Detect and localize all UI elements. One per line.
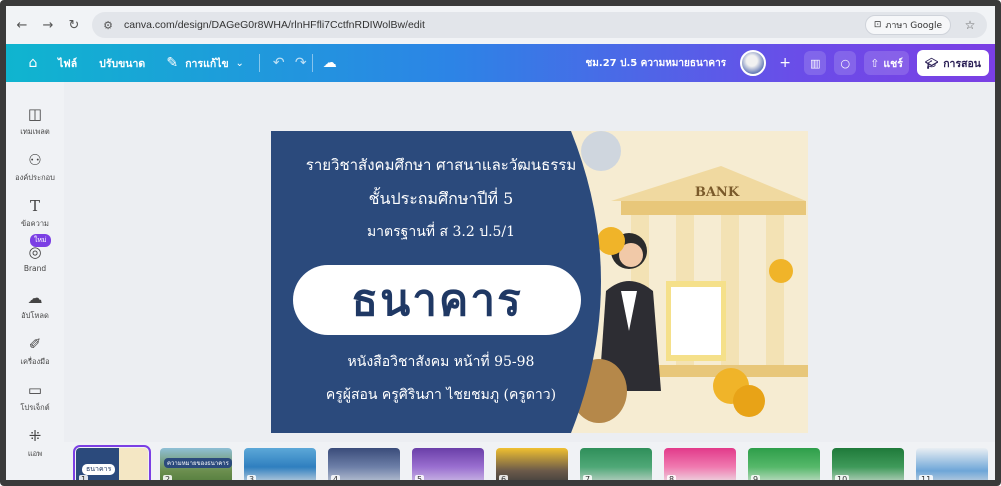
sidebar-item-label: เทมเพลต [20,127,50,136]
redo-icon[interactable]: ↷ [290,52,312,74]
site-settings-icon[interactable]: ⚙ [100,17,116,33]
slide-teacher-line: ครูผู้สอน ครูศิรินภา ไชยชมภู (ครูดาว) [325,387,557,403]
template-icon: ◫ [27,105,43,123]
thumbnail-title: ธนาคาร [82,464,116,475]
apps-icon: ⁜ [28,427,42,445]
sidebar-item-label: เครื่องมือ [20,357,50,366]
pencil-icon: ✎ [166,55,179,71]
star-icon[interactable]: ☆ [961,16,979,34]
slide-book-line: หนังสือวิชาสังคม หน้าที่ 95-98 [347,354,535,370]
browser-toolbar: ← → ↻ ⚙ canva.com/design/DAGeG0r8WHA/rln… [6,6,995,44]
slide-subject-line: รายวิชาสังคมศึกษา ศาสนาและวัฒนธรรม [305,156,577,174]
teach-button[interactable]: 🎓︎ การสอน [916,50,989,76]
page-thumbnail[interactable]: 5 [412,448,484,484]
edit-menu[interactable]: การแก้ไข [185,55,228,72]
page-thumbnail[interactable]: 3 [244,448,316,484]
headline-pill: ธนาคาร [293,265,581,335]
undo-icon[interactable]: ↶ [268,52,290,74]
left-sidebar: ◫ เทมเพลต ⚇ องค์ประกอบ T ข้อความ ใหม่ ◎ … [6,82,64,480]
page-number: 3 [247,475,257,484]
page-thumbnail[interactable]: ธนาคาร 1 [73,445,151,484]
back-icon[interactable]: ← [12,15,32,35]
comment-icon: ○ [840,56,851,70]
address-bar-actions: ⊡ ภาษา Google ☆ [864,15,979,35]
page-number: 7 [583,475,593,484]
header-right-group: ชม.27 ป.5 ความหมายธนาคาร + ▥ ○ ⇧ แชร์ 🎓︎… [586,50,989,76]
page-thumbnail-strip: ธนาคาร 1 ความหมายของธนาคาร 2 3 4 5 6 7 8… [64,442,995,484]
translate-icon: ⊡ [873,20,882,30]
page-thumbnail[interactable]: 4 [328,448,400,484]
sidebar-item-brand[interactable]: ใหม่ ◎ Brand [6,234,64,273]
thumbnail-title: ความหมายของธนาคาร [164,458,232,468]
text-icon: T [29,197,40,215]
page-thumbnail[interactable]: 10 [832,448,904,484]
sidebar-item-templates[interactable]: ◫ เทมเพลต [6,104,64,138]
upload-share-icon: ⇧ [870,56,880,70]
page-number: 10 [835,475,850,484]
url-text[interactable]: canva.com/design/DAGeG0r8WHA/rlnHFfli7Cc… [124,19,425,31]
sidebar-item-elements[interactable]: ⚇ องค์ประกอบ [6,150,64,184]
chevron-down-icon: ⌄ [235,57,244,69]
sidebar-item-apps[interactable]: ⁜ แอพ [6,426,64,460]
editor-header: ⌂ ไฟล์ ปรับขนาด ✎ การแก้ไข ⌄ ↶ ↷ ☁ ชม.27… [6,44,995,82]
page-number: 4 [331,475,341,484]
sidebar-item-label: แอพ [27,449,43,458]
upload-icon: ☁ [27,289,43,307]
browser-window: ← → ↻ ⚙ canva.com/design/DAGeG0r8WHA/rln… [0,0,1001,486]
sidebar-item-label: โปรเจ็กต์ [20,403,50,412]
elements-icon: ⚇ [28,151,42,169]
translate-label: ภาษา Google [885,21,942,31]
chart-icon: ▥ [810,56,821,70]
graduation-cap-icon: 🎓︎ [924,57,939,70]
page-number: 6 [499,475,509,484]
sidebar-item-projects[interactable]: ▭ โปรเจ็กต์ [6,380,64,414]
page-thumbnail[interactable]: 8 [664,448,736,484]
forward-icon[interactable]: → [38,15,58,35]
sidebar-item-text[interactable]: T ข้อความ [6,196,64,230]
slide-standard-line: มาตรฐานที่ ส 3.2 ป.5/1 [366,224,516,240]
cloud-saved-icon[interactable]: ☁ [319,52,341,74]
comments-button[interactable]: ○ [834,51,857,75]
share-button[interactable]: ⇧ แชร์ [864,51,909,75]
home-icon[interactable]: ⌂ [22,52,44,74]
page-number: 11 [919,475,934,484]
divider [258,54,260,72]
page-thumbnail[interactable]: 11 [916,448,988,484]
page-thumbnail[interactable]: ความหมายของธนาคาร 2 [160,448,232,484]
projects-icon: ▭ [27,381,43,399]
canvas-area: BANK รายวิชาสังคมศึกษา ศาสนาและวัฒนธรรม … [64,82,995,442]
slide-headline: ธนาคาร [351,275,523,326]
page-number: 8 [667,475,677,484]
design-title[interactable]: ชม.27 ป.5 ความหมายธนาคาร [586,56,727,71]
slide-canvas[interactable]: BANK รายวิชาสังคมศึกษา ศาสนาและวัฒนธรรม … [271,131,808,433]
teach-label: การสอน [943,57,981,70]
sidebar-item-label: ข้อความ [20,219,49,228]
page-number: 1 [79,475,89,484]
add-collaborator-icon[interactable]: + [774,52,796,74]
resize-menu[interactable]: ปรับขนาด [99,55,145,72]
sidebar-item-label: องค์ประกอบ [15,173,55,182]
sidebar-item-label: Brand [23,264,47,273]
reload-icon[interactable]: ↻ [64,15,84,35]
page-number: 2 [163,475,173,484]
analytics-button[interactable]: ▥ [804,51,827,75]
sidebar-item-tools[interactable]: ✐ เครื่องมือ [6,334,64,368]
page-number: 9 [751,475,761,484]
avatar[interactable] [740,50,767,76]
slide-grade-line: ชั้นประถมศึกษาปีที่ 5 [368,189,514,208]
page-number: 5 [415,475,425,484]
new-badge: ใหม่ [30,234,51,247]
sidebar-item-label: อัปโหลด [21,311,49,320]
share-label: แชร์ [883,57,903,70]
divider [311,54,313,72]
page-thumbnail[interactable]: 9 [748,448,820,484]
page-thumbnail[interactable]: 6 [496,448,568,484]
bank-sign: BANK [695,185,740,200]
tools-icon: ✐ [28,335,42,353]
translate-button[interactable]: ⊡ ภาษา Google [864,15,951,35]
file-menu[interactable]: ไฟล์ [58,55,77,72]
address-bar[interactable]: ⚙ canva.com/design/DAGeG0r8WHA/rlnHFfli7… [92,12,987,38]
page-thumbnail[interactable]: 7 [580,448,652,484]
sidebar-item-uploads[interactable]: ☁ อัปโหลด [6,288,64,322]
